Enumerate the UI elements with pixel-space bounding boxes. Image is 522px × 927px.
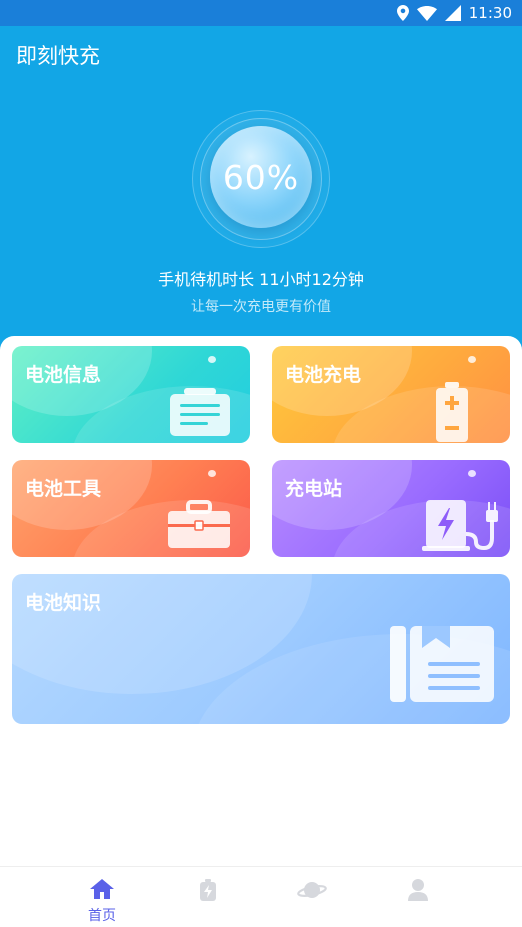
- card-battery-knowledge[interactable]: 电池知识: [12, 574, 510, 724]
- battery-level-orb[interactable]: 60%: [210, 126, 312, 228]
- standby-time: 手机待机时长 11小时12分钟: [158, 270, 364, 289]
- status-time: 11:30: [468, 4, 512, 22]
- tab-profile[interactable]: [378, 867, 458, 927]
- slogan: 让每一次充电更有价值: [191, 299, 331, 315]
- tab-battery[interactable]: [168, 867, 248, 927]
- tab-home[interactable]: 首页: [62, 867, 142, 927]
- tab-explore[interactable]: [272, 867, 352, 927]
- tab-label: 首页: [88, 908, 116, 924]
- charging-station-icon: [422, 496, 502, 556]
- user-icon: [408, 867, 428, 905]
- toolbox-icon: [166, 500, 232, 554]
- status-icons: 11:30: [396, 4, 512, 22]
- battery-charge-icon: [432, 382, 472, 443]
- planet-icon: [297, 867, 327, 905]
- location-icon: [396, 5, 409, 21]
- wifi-icon: [416, 5, 437, 21]
- battery-info-icon: [168, 386, 232, 442]
- app-title: 即刻快充: [16, 44, 100, 68]
- signal-icon: [444, 5, 461, 21]
- card-battery-info[interactable]: 电池信息: [12, 346, 250, 443]
- feature-panel: 电池信息 电池充电 电池工具 充电站 电池知识: [0, 336, 522, 866]
- battery-percent: 60%: [222, 157, 300, 197]
- card-battery-charge[interactable]: 电池充电: [272, 346, 510, 443]
- status-bar: 11:30: [0, 0, 522, 26]
- battery-icon: [200, 867, 216, 905]
- card-charging-station[interactable]: 充电站: [272, 460, 510, 557]
- hero-header: 即刻快充 60% 手机待机时长 11小时12分钟 让每一次充电更有价值: [0, 26, 522, 356]
- card-label: 电池工具: [25, 478, 102, 500]
- card-battery-tools[interactable]: 电池工具: [12, 460, 250, 557]
- card-label: 电池信息: [25, 364, 102, 386]
- card-label: 充电站: [285, 478, 343, 500]
- home-icon: [90, 867, 114, 903]
- card-label: 电池充电: [285, 364, 362, 386]
- book-icon: [388, 622, 496, 708]
- card-label: 电池知识: [25, 592, 102, 614]
- bottom-tab-bar: 首页: [0, 866, 522, 927]
